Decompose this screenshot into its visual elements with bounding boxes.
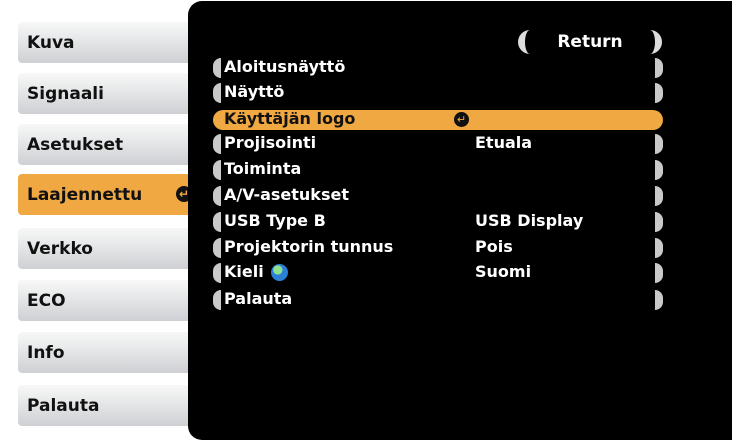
row-cap-right [655,58,663,78]
menu-item-label: Projisointi [224,133,317,152]
row-cap-left [213,134,221,154]
tab-label: Asetukset [27,134,124,155]
menu-item-label: A/V-asetukset [224,185,349,204]
enter-icon: ↵ [454,112,469,127]
return-button[interactable]: Return [518,30,662,54]
menu-item-av-asetukset[interactable]: A/V-asetukset [213,185,663,206]
menu-item-projektorin-tunnus[interactable]: Projektorin tunnus Pois [213,237,663,258]
row-cap-left [213,160,221,180]
globe-icon [271,264,288,281]
tab-asetukset[interactable]: Asetukset [18,124,200,165]
tab-label: Laajennettu [27,184,143,205]
row-cap-left [213,83,221,103]
row-cap-left [213,58,221,78]
menu-item-value: USB Display [475,211,584,230]
menu-item-aloitusnaytto[interactable]: Aloitusnäyttö [213,57,663,78]
row-cap-left [213,186,221,206]
row-cap-right [655,212,663,232]
menu-item-label: Palauta [224,289,293,308]
row-cap-right [655,83,663,103]
tab-eco[interactable]: ECO [18,280,200,321]
tab-laajennettu[interactable]: Laajennettu ↵ [18,174,204,215]
tab-info[interactable]: Info [18,332,200,373]
menu-item-label: Projektorin tunnus [224,237,394,256]
row-cap-left [213,212,221,232]
menu-item-usb-type-b[interactable]: USB Type B USB Display [213,211,663,232]
tab-label: Signaali [27,83,104,104]
menu-item-label: USB Type B [224,211,326,230]
menu-item-kayttajan-logo[interactable]: Käyttäjän logo ↵ [213,109,663,130]
menu-item-label: Kieli [224,262,264,281]
menu-item-kieli[interactable]: Kieli Suomi [213,262,663,283]
row-cap-left [213,263,221,283]
menu-item-value: Pois [475,237,513,256]
tab-kuva[interactable]: Kuva [18,22,200,63]
menu-item-value: Suomi [475,262,532,281]
row-cap-right [655,186,663,206]
menu-item-label: Käyttäjän logo [224,109,356,128]
tab-palauta[interactable]: Palauta [18,385,200,426]
tab-label: Palauta [27,395,100,416]
row-cap-left [213,238,221,258]
tab-signaali[interactable]: Signaali [18,73,200,114]
tab-label: ECO [27,290,66,311]
tab-label: Info [27,342,65,363]
tab-label: Verkko [27,238,93,259]
row-cap-left [213,290,221,310]
row-cap-right [655,290,663,310]
return-label: Return [557,32,623,52]
tab-verkko[interactable]: Verkko [18,228,200,269]
menu-item-palauta[interactable]: Palauta [213,289,663,310]
row-cap-right [655,134,663,154]
menu-item-toiminta[interactable]: Toiminta [213,159,663,180]
tab-label: Kuva [27,32,75,53]
menu-item-projisointi[interactable]: Projisointi Etuala [213,133,663,154]
row-cap-right [655,160,663,180]
menu-item-label: Toiminta [224,159,302,178]
row-cap-right [655,238,663,258]
menu-item-label: Aloitusnäyttö [224,57,346,76]
menu-item-naytto[interactable]: Näyttö [213,82,663,103]
menu-item-label: Näyttö [224,82,285,101]
menu-item-value: Etuala [475,133,533,152]
row-cap-right [655,263,663,283]
